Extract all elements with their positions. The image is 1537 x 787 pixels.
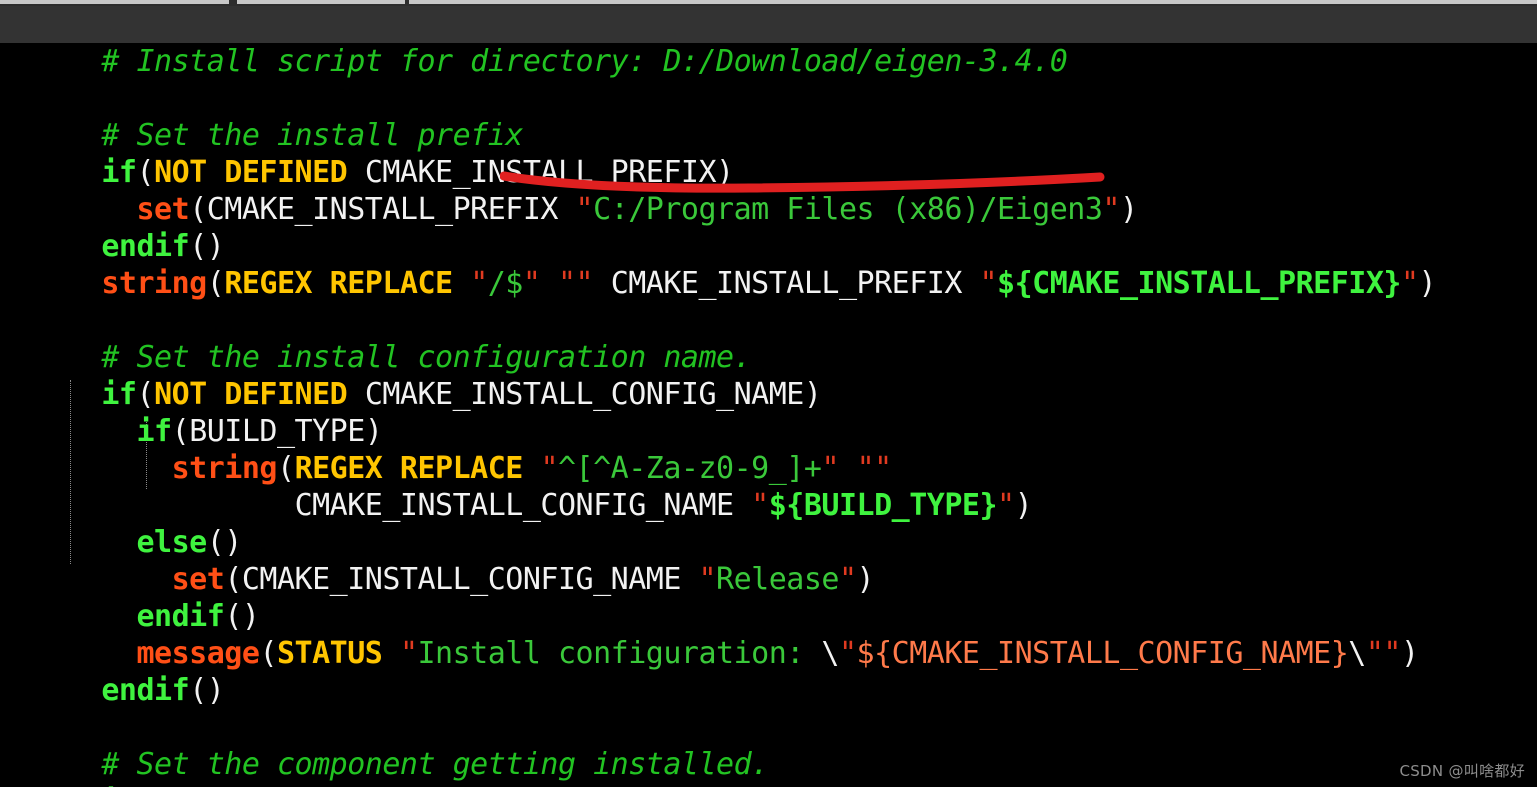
code-line[interactable]: # Install script for directory: D:/Downl… — [0, 6, 1537, 79]
code-line[interactable] — [0, 672, 1537, 709]
code-line[interactable]: if(NOT DEFINED CMAKE_INSTALL_CONFIG_NAME… — [0, 339, 1537, 412]
code-editor-window: # Install script for directory: D:/Downl… — [0, 0, 1537, 787]
chrome-segment-left — [0, 0, 229, 4]
code-line[interactable]: if(NOT DEFINED CMAKE_INSTALL_PREFIX) — [0, 117, 1537, 190]
chrome-segment-middle — [237, 0, 405, 4]
code-line[interactable]: CMAKE_INSTALL_CONFIG_NAME "${BUILD_TYPE}… — [0, 450, 1537, 523]
chrome-segment-right — [409, 0, 1537, 4]
code-line[interactable]: endif() — [0, 561, 1537, 634]
code-line[interactable]: # Set the component getting installed. — [0, 709, 1537, 782]
code-line[interactable]: if(NOT CMAKE_INSTALL_COMPONENT) — [0, 746, 1537, 787]
code-line[interactable]: endif() — [0, 635, 1537, 708]
code-line[interactable]: endif() — [0, 191, 1537, 264]
code-line[interactable]: string(REGEX REPLACE "/$" "" CMAKE_INSTA… — [0, 228, 1537, 301]
code-line[interactable]: set(CMAKE_INSTALL_PREFIX "C:/Program Fil… — [0, 154, 1537, 227]
code-line[interactable]: set(CMAKE_INSTALL_CONFIG_NAME "Release") — [0, 524, 1537, 597]
code-line[interactable]: message(STATUS "Install configuration: \… — [0, 598, 1537, 671]
code-line[interactable]: # Set the install configuration name. — [0, 302, 1537, 375]
code-line[interactable]: string(REGEX REPLACE "^[^A-Za-z0-9_]+" "… — [0, 413, 1537, 486]
code-line[interactable]: if(BUILD_TYPE) — [0, 376, 1537, 449]
code-line[interactable] — [0, 43, 1537, 80]
csdn-watermark: CSDN @叫啥都好 — [1399, 762, 1525, 780]
code-line[interactable]: else() — [0, 487, 1537, 560]
code-line[interactable]: # Set the install prefix — [0, 80, 1537, 153]
code-text-area[interactable]: # Install script for directory: D:/Downl… — [0, 6, 1537, 787]
code-line[interactable] — [0, 265, 1537, 302]
